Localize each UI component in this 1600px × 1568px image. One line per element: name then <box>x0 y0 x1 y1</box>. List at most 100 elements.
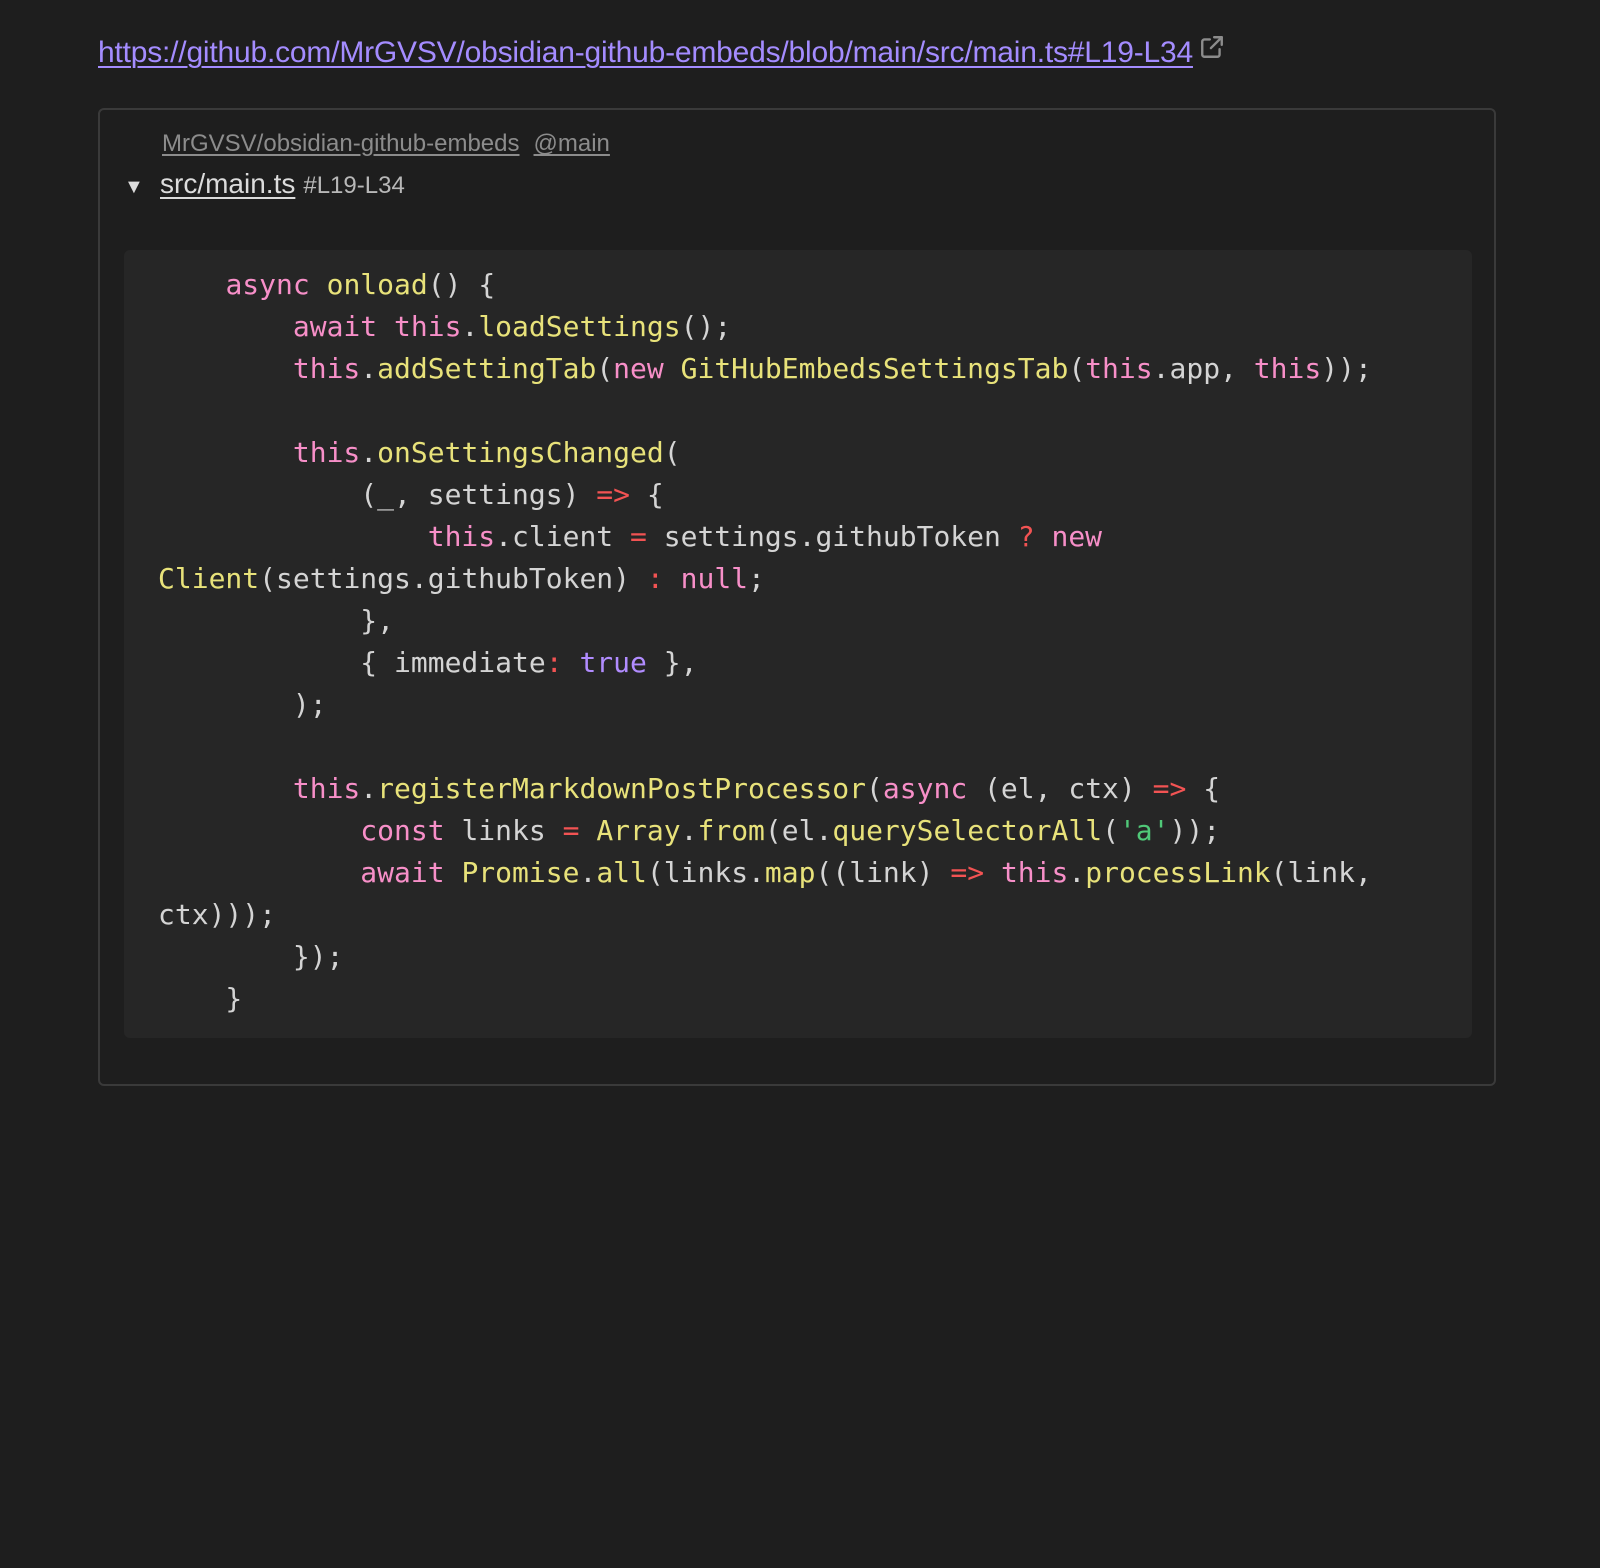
code-line: { immediate: true }, <box>158 642 1438 684</box>
code-line: }, <box>158 600 1438 642</box>
code-token: ); <box>158 688 327 721</box>
code-token: this <box>427 520 496 553</box>
code-token: } <box>158 982 243 1015</box>
file-header: ▼ src/main.ts #L19-L34 <box>124 168 405 200</box>
code-token: .app, <box>1152 352 1254 385</box>
code-token: this <box>1000 856 1069 889</box>
code-token: null <box>680 562 749 595</box>
code-token: (_, settings) <box>158 478 597 511</box>
code-line: async onload() { <box>158 264 1438 306</box>
code-line: const links = Array.from(el.querySelecto… <box>158 810 1438 852</box>
code-token: . <box>461 310 479 343</box>
code-token: (el, ctx) <box>967 772 1153 805</box>
code-token: (); <box>680 310 732 343</box>
code-token: this <box>292 352 361 385</box>
code-line: this.registerMarkdownPostProcessor(async… <box>158 768 1438 810</box>
code-token: . <box>680 814 698 847</box>
code-token: (el. <box>764 814 833 847</box>
code-token: (settings.githubToken) <box>259 562 647 595</box>
code-token: (links. <box>646 856 765 889</box>
code-token: new <box>1051 520 1103 553</box>
code-token: => <box>596 478 631 511</box>
code-token: }, <box>646 646 698 679</box>
code-line: Client(settings.githubToken) : null; <box>158 558 1438 600</box>
code-token: this <box>394 310 462 343</box>
code-token: Array <box>596 814 681 847</box>
code-token: . <box>360 772 378 805</box>
code-token: all <box>596 856 647 889</box>
code-token: ? <box>1017 520 1035 553</box>
code-token: settings.githubToken <box>646 520 1018 553</box>
code-token: => <box>950 856 985 889</box>
code-token: from <box>697 814 765 847</box>
code-token: onload <box>326 268 428 301</box>
code-token: await <box>360 856 445 889</box>
github-url-link-row: https://github.com/MrGVSV/obsidian-githu… <box>98 30 1225 76</box>
code-token: true <box>579 646 647 679</box>
code-token: { immediate <box>158 646 546 679</box>
code-token: ctx))); <box>158 898 277 931</box>
code-token: ; <box>748 562 765 595</box>
code-token: )); <box>1321 352 1372 385</box>
code-token: ( <box>1102 814 1119 847</box>
code-line: await Promise.all(links.map((link) => th… <box>158 852 1438 894</box>
code-token: . <box>579 856 597 889</box>
code-token: GitHubEmbedsSettingsTab <box>680 352 1069 385</box>
code-token: async <box>882 772 968 805</box>
code-token: onSettingsChanged <box>377 436 664 469</box>
code-token: . <box>1068 856 1086 889</box>
code-token: = <box>562 814 580 847</box>
code-token: }); <box>158 940 344 973</box>
code-token: = <box>630 520 647 553</box>
code-token: loadSettings <box>478 310 681 343</box>
file-path-link[interactable]: src/main.ts <box>160 168 295 200</box>
code-token: map <box>764 856 816 889</box>
code-token: this <box>1085 352 1153 385</box>
code-line: }); <box>158 936 1438 978</box>
collapse-toggle-icon[interactable]: ▼ <box>124 176 160 199</box>
code-token: }, <box>158 604 395 637</box>
code-token: .client <box>495 520 631 553</box>
code-token: processLink <box>1085 856 1271 889</box>
repo-line: MrGVSV/obsidian-github-embeds @main <box>162 130 610 158</box>
code-token: Client <box>158 562 260 595</box>
code-token: . <box>360 352 378 385</box>
code-token: querySelectorAll <box>832 814 1103 847</box>
code-line: ctx))); <box>158 894 1438 936</box>
line-range-label: #L19-L34 <box>303 172 405 199</box>
code-token: { <box>630 478 664 511</box>
code-token: ( <box>866 772 883 805</box>
branch-link[interactable]: @main <box>534 130 610 157</box>
repo-link[interactable]: MrGVSV/obsidian-github-embeds <box>162 130 520 157</box>
code-line: } <box>158 978 1438 1020</box>
code-token: this <box>1253 352 1322 385</box>
code-token: links <box>444 814 563 847</box>
code-token: . <box>360 436 378 469</box>
code-token: )); <box>1169 814 1221 847</box>
code-token: { <box>1186 772 1221 805</box>
external-link-icon[interactable] <box>1199 28 1225 74</box>
code-token: : <box>646 562 664 595</box>
code-token: ( <box>663 436 681 469</box>
github-url-link[interactable]: https://github.com/MrGVSV/obsidian-githu… <box>98 36 1193 69</box>
code-token: this <box>292 436 361 469</box>
code-token: addSettingTab <box>377 352 597 385</box>
code-token: : <box>545 646 563 679</box>
